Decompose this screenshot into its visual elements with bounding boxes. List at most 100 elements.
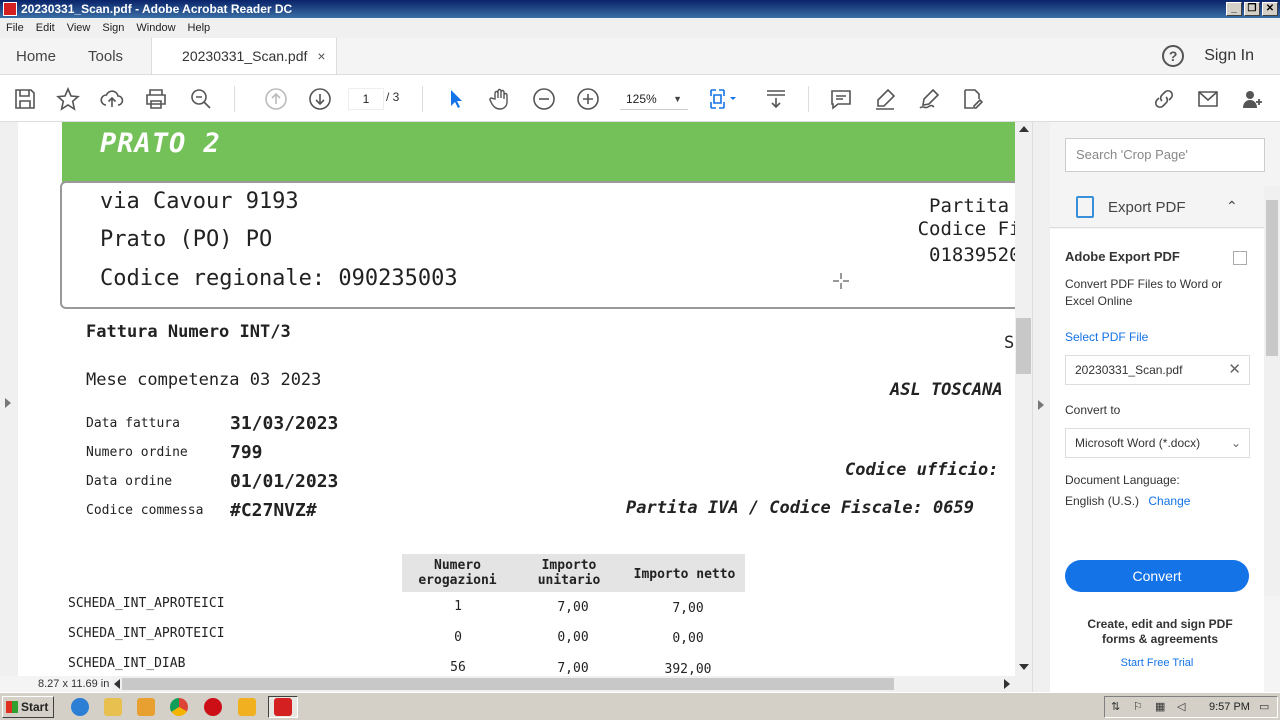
change-language-link[interactable]: Change [1148, 494, 1190, 508]
help-icon[interactable]: ? [1162, 45, 1185, 67]
scroll-up-icon[interactable] [1019, 126, 1029, 132]
save-icon[interactable] [13, 87, 37, 111]
export-pdf-header[interactable]: Export PDF ⌃ [1050, 186, 1264, 228]
menu-file[interactable]: File [0, 22, 30, 34]
sign-pen-icon[interactable] [917, 87, 941, 111]
office-code-label: Codice ufficio: [845, 460, 999, 480]
tab-home[interactable]: Home [0, 38, 72, 74]
folder-icon[interactable] [104, 698, 122, 716]
document-horizontal-scrollbar[interactable] [112, 676, 1015, 692]
table-row-qty: 0 [454, 630, 462, 645]
document-language-label: Document Language: [1065, 473, 1180, 487]
menu-sign[interactable]: Sign [96, 22, 130, 34]
tab-document[interactable]: 20230331_Scan.pdf × [151, 38, 337, 74]
upload-cloud-icon[interactable] [100, 87, 124, 111]
tray-arrow-icon[interactable]: ⇅ [1111, 701, 1123, 713]
document-viewport[interactable]: PRATO 2 via Cavour 9193 Prato (PO) PO Co… [0, 122, 1032, 676]
document-vertical-scrollbar[interactable] [1015, 122, 1032, 676]
start-button[interactable]: Start [2, 696, 54, 718]
header-name: PRATO 2 [100, 128, 221, 159]
table-row-name: SCHEDA_INT_APROTEICI [68, 626, 225, 641]
address-box: via Cavour 9193 Prato (PO) PO Codice reg… [60, 181, 1015, 309]
zoom-search-icon[interactable] [189, 87, 213, 111]
field-label-job-code: Codice commessa [86, 503, 204, 518]
ie-icon[interactable] [71, 698, 89, 716]
tools-pane: Search 'Crop Page' Export PDF ⌃ Adobe Ex… [1050, 122, 1280, 692]
tray-network-icon[interactable]: ▦ [1155, 701, 1167, 713]
tray-volume-icon[interactable]: ◁ [1177, 701, 1189, 713]
chrome-icon[interactable] [170, 698, 188, 716]
vertical-scroll-thumb[interactable] [1016, 318, 1031, 374]
opera-icon[interactable] [204, 698, 222, 716]
table-row-qty: 1 [454, 599, 462, 614]
document-tab-label: 20230331_Scan.pdf [182, 48, 308, 64]
tray-flag-icon[interactable]: ⚐ [1133, 701, 1145, 713]
select-cursor-icon[interactable] [444, 87, 468, 111]
add-user-icon[interactable] [1240, 87, 1264, 111]
email-icon[interactable] [1196, 87, 1220, 111]
select-pdf-file-link[interactable]: Select PDF File [1065, 330, 1148, 344]
tools-search-input[interactable]: Search 'Crop Page' [1065, 138, 1265, 172]
tab-tools[interactable]: Tools [72, 38, 139, 74]
chevron-down-icon: ▼ [673, 94, 682, 104]
scroll-down-icon[interactable] [1019, 664, 1029, 670]
left-panel-toggle[interactable] [0, 122, 18, 676]
zoom-out-icon[interactable] [532, 87, 556, 111]
bookmark-star-icon[interactable] [56, 86, 80, 111]
zoom-level-select[interactable]: 125% ▼ [620, 88, 688, 110]
maximize-button[interactable]: ❐ [1244, 2, 1260, 16]
acrobat-app-icon [3, 2, 17, 16]
start-free-trial-link[interactable]: Start Free Trial [1050, 657, 1264, 669]
horizontal-scroll-thumb[interactable] [122, 678, 894, 690]
comment-icon[interactable] [829, 87, 853, 111]
print-icon[interactable] [144, 87, 168, 111]
panel-scrollbar[interactable] [1264, 186, 1280, 596]
highlight-pen-icon[interactable] [873, 87, 897, 111]
right-panel-collapse-strip[interactable] [1032, 122, 1050, 692]
menu-view[interactable]: View [61, 22, 97, 34]
previous-page-icon[interactable] [264, 87, 288, 111]
scroll-right-icon[interactable] [1004, 679, 1010, 689]
convert-button[interactable]: Convert [1065, 560, 1249, 592]
panel-scroll-thumb[interactable] [1266, 200, 1278, 356]
address-line-2: Prato (PO) PO [100, 227, 273, 252]
hand-tool-icon[interactable] [488, 87, 512, 111]
convert-format-select[interactable]: Microsoft Word (*.docx) ⌄ [1065, 428, 1250, 458]
remove-file-icon[interactable]: ✕ [1228, 356, 1241, 384]
minimize-button[interactable]: _ [1226, 2, 1242, 16]
next-page-icon[interactable] [308, 87, 332, 111]
address-line-1: via Cavour 9193 [100, 189, 299, 214]
tray-show-desktop-icon[interactable]: ▭ [1259, 701, 1271, 713]
share-link-icon[interactable] [1152, 87, 1176, 111]
window-title-bar: 20230331_Scan.pdf - Adobe Acrobat Reader… [0, 0, 1280, 18]
menu-help[interactable]: Help [182, 22, 217, 34]
close-tab-icon[interactable]: × [317, 48, 325, 64]
table-row-net: 0,00 [672, 631, 704, 646]
selected-file-field[interactable]: 20230331_Scan.pdf ✕ [1065, 355, 1250, 385]
chevron-up-icon[interactable]: ⌃ [1226, 198, 1238, 215]
menu-bar: File Edit View Sign Window Help [0, 18, 1280, 38]
column-header-quantity: Numero erogazioni [418, 558, 497, 588]
fit-page-icon[interactable] [708, 87, 736, 111]
sign-in-button[interactable]: Sign In [1204, 47, 1254, 65]
collapse-right-panel-icon[interactable] [1038, 400, 1044, 410]
app-icon[interactable] [238, 698, 256, 716]
menu-window[interactable]: Window [130, 22, 181, 34]
scroll-left-icon[interactable] [114, 679, 120, 689]
selected-file-name: 20230331_Scan.pdf [1075, 363, 1183, 377]
document-language-value: English (U.S.) [1065, 494, 1140, 508]
page-number-input[interactable]: 1 [348, 88, 384, 110]
copy-icon[interactable] [1233, 251, 1247, 265]
zoom-in-icon[interactable] [576, 87, 600, 111]
media-player-icon[interactable] [137, 698, 155, 716]
close-window-button[interactable]: ✕ [1262, 2, 1278, 16]
clock: 9:57 PM [1209, 701, 1250, 713]
acrobat-taskbar-button[interactable] [268, 696, 298, 718]
edit-document-icon[interactable] [961, 87, 985, 111]
menu-edit[interactable]: Edit [30, 22, 61, 34]
chevron-down-icon: ⌄ [1230, 436, 1241, 450]
invoice-number: Fattura Numero INT/3 [86, 322, 291, 342]
scroll-mode-icon[interactable] [764, 87, 788, 111]
expand-left-panel-icon[interactable] [5, 398, 11, 408]
field-label-invoice-date: Data fattura [86, 416, 180, 431]
